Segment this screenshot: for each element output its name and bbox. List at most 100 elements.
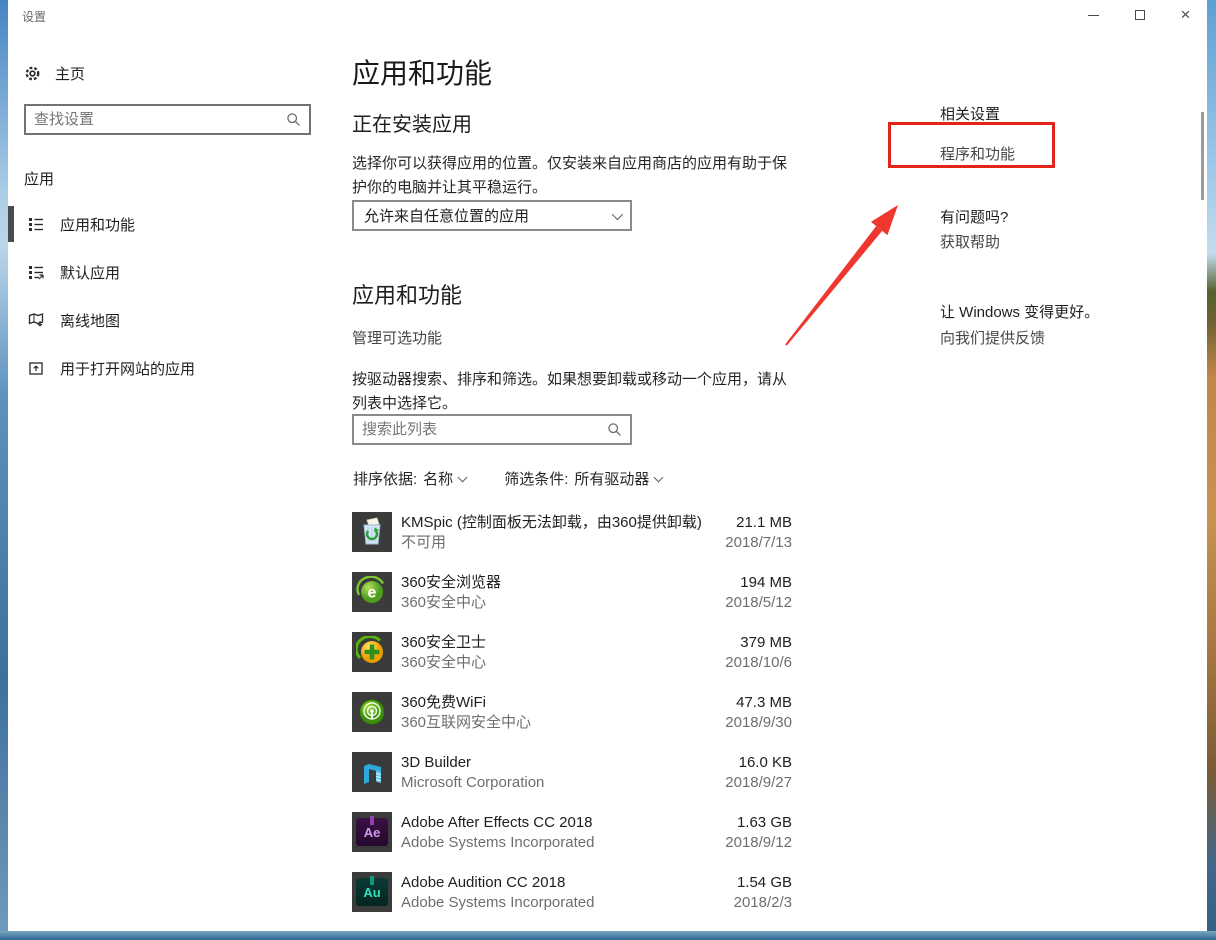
settings-search-input[interactable] xyxy=(26,106,286,133)
app-date: 2018/10/6 xyxy=(725,653,792,673)
close-button[interactable]: × xyxy=(1163,0,1207,30)
app-size: 21.1 MB xyxy=(725,513,792,533)
scrollbar-thumb[interactable] xyxy=(1201,112,1204,200)
360-browser-icon: e xyxy=(352,572,392,612)
home-label: 主页 xyxy=(55,63,85,84)
app-publisher: Microsoft Corporation xyxy=(401,773,544,793)
app-size: 1.63 GB xyxy=(725,813,792,833)
annotation-red-arrow xyxy=(760,192,910,352)
app-list: KMSpic (控制面板无法卸载，由360提供卸载) 不可用 21.1 MB 2… xyxy=(352,512,792,931)
maximize-button[interactable] xyxy=(1117,0,1162,30)
sidebar-item-apps-for-websites[interactable]: 用于打开网站的应用 xyxy=(8,348,344,388)
sidebar-item-label: 离线地图 xyxy=(60,310,120,331)
chevron-down-icon[interactable] xyxy=(654,473,664,483)
chevron-down-icon xyxy=(612,208,623,219)
make-windows-better-heading: 让 Windows 变得更好。 xyxy=(940,301,1099,322)
app-row-kmspic[interactable]: KMSpic (控制面板无法卸载，由360提供卸载) 不可用 21.1 MB 2… xyxy=(352,512,792,572)
sidebar-item-offline-maps[interactable]: 离线地图 xyxy=(8,300,344,340)
desktop-wallpaper-right xyxy=(1207,0,1216,940)
app-size: 194 MB xyxy=(725,573,792,593)
360-safeguard-icon xyxy=(352,632,392,672)
search-icon xyxy=(607,422,622,437)
app-row-3d-builder[interactable]: 3D Builder Microsoft Corporation 16.0 KB… xyxy=(352,752,792,812)
3d-builder-icon xyxy=(352,752,392,792)
sidebar-item-apps-features[interactable]: 应用和功能 xyxy=(8,204,344,244)
default-apps-icon xyxy=(28,264,44,280)
app-date: 2018/7/13 xyxy=(725,533,792,553)
desktop-wallpaper-left xyxy=(0,0,8,940)
search-icon xyxy=(286,112,301,127)
app-row-audition[interactable]: Au Adobe Audition CC 2018 Adobe Systems … xyxy=(352,872,792,931)
settings-search-box[interactable] xyxy=(24,104,311,135)
app-size: 47.3 MB xyxy=(725,693,792,713)
sidebar-item-default-apps[interactable]: 默认应用 xyxy=(8,252,344,292)
sidebar-item-label: 应用和功能 xyxy=(60,214,135,235)
app-date: 2018/9/27 xyxy=(725,773,792,793)
app-name: Adobe After Effects CC 2018 xyxy=(401,813,594,833)
app-publisher: 360安全中心 xyxy=(401,593,501,613)
app-list-search-box[interactable] xyxy=(352,414,632,445)
app-row-after-effects[interactable]: Ae Adobe After Effects CC 2018 Adobe Sys… xyxy=(352,812,792,872)
app-name: 360安全卫士 xyxy=(401,633,486,653)
app-source-dropdown[interactable]: 允许来自任意位置的应用 xyxy=(352,200,632,231)
apps-features-icon xyxy=(28,216,44,232)
app-publisher: 360安全中心 xyxy=(401,653,486,673)
app-date: 2018/9/30 xyxy=(725,713,792,733)
offline-maps-icon xyxy=(28,312,44,328)
app-publisher: 不可用 xyxy=(401,533,702,553)
apps-features-heading: 应用和功能 xyxy=(352,278,462,310)
app-size: 16.0 KB xyxy=(725,753,792,773)
app-name: 360安全浏览器 xyxy=(401,573,501,593)
app-source-dropdown-value: 允许来自任意位置的应用 xyxy=(364,205,612,226)
sort-by-value[interactable]: 名称 xyxy=(423,468,453,489)
chevron-down-icon[interactable] xyxy=(458,473,468,483)
sort-by-label: 排序依据: xyxy=(353,468,417,489)
programs-and-features-link[interactable]: 程序和功能 xyxy=(940,143,1015,164)
sidebar-section-apps: 应用 xyxy=(24,168,54,189)
app-name: 360免费WiFi xyxy=(401,693,531,713)
sidebar-item-label: 默认应用 xyxy=(60,262,120,283)
manage-optional-features-link[interactable]: 管理可选功能 xyxy=(352,327,442,348)
recycle-bin-icon xyxy=(352,512,392,552)
filter-by-label: 筛选条件: xyxy=(504,468,568,489)
have-question-heading: 有问题吗? xyxy=(940,206,1008,227)
app-name: 3D Builder xyxy=(401,753,544,773)
gear-icon xyxy=(24,65,41,82)
app-publisher: 360互联网安全中心 xyxy=(401,713,531,733)
app-row-360-browser[interactable]: e 360安全浏览器 360安全中心 194 MB 2018/5/12 xyxy=(352,572,792,632)
apps-for-websites-icon xyxy=(28,360,44,376)
filter-by-value[interactable]: 所有驱动器 xyxy=(574,468,649,489)
app-size: 379 MB xyxy=(725,633,792,653)
app-name: Adobe Audition CC 2018 xyxy=(401,873,594,893)
close-icon: × xyxy=(1181,5,1191,25)
svg-text:e: e xyxy=(368,585,377,602)
app-date: 2018/5/12 xyxy=(725,593,792,613)
related-settings-heading: 相关设置 xyxy=(940,103,1000,124)
sort-filter-row: 排序依据: 名称 筛选条件: 所有驱动器 xyxy=(353,468,664,489)
after-effects-icon: Ae xyxy=(352,812,392,852)
app-date: 2018/9/12 xyxy=(725,833,792,853)
sidebar-item-label: 用于打开网站的应用 xyxy=(60,358,195,379)
minimize-button[interactable] xyxy=(1071,0,1116,30)
page-title: 应用和功能 xyxy=(352,52,492,92)
app-name: KMSpic (控制面板无法卸载，由360提供卸载) xyxy=(401,513,702,533)
installing-apps-description: 选择你可以获得应用的位置。仅安装来自应用商店的应用有助于保护你的电脑并让其平稳运… xyxy=(352,152,796,200)
audition-icon: Au xyxy=(352,872,392,912)
app-size: 1.54 GB xyxy=(734,873,792,893)
app-row-360-safeguard[interactable]: 360安全卫士 360安全中心 379 MB 2018/10/6 xyxy=(352,632,792,692)
app-date: 2018/2/3 xyxy=(734,893,792,913)
settings-window: 设置 × 主页 应用 应用和功能 默认应用 xyxy=(8,0,1207,931)
get-help-link[interactable]: 获取帮助 xyxy=(940,231,1000,252)
apps-features-description: 按驱动器搜索、排序和筛选。如果想要卸载或移动一个应用，请从列表中选择它。 xyxy=(352,368,796,416)
app-list-search-input[interactable] xyxy=(354,416,607,443)
installing-apps-heading: 正在安装应用 xyxy=(352,108,472,137)
window-title: 设置 xyxy=(22,8,46,25)
minimize-icon xyxy=(1088,15,1099,16)
desktop-wallpaper-bottom xyxy=(0,931,1216,940)
give-feedback-link[interactable]: 向我们提供反馈 xyxy=(940,327,1045,348)
app-row-360-wifi[interactable]: 360免费WiFi 360互联网安全中心 47.3 MB 2018/9/30 xyxy=(352,692,792,752)
maximize-icon xyxy=(1135,10,1145,20)
app-publisher: Adobe Systems Incorporated xyxy=(401,893,594,913)
sidebar-item-home[interactable]: 主页 xyxy=(24,58,85,88)
app-publisher: Adobe Systems Incorporated xyxy=(401,833,594,853)
